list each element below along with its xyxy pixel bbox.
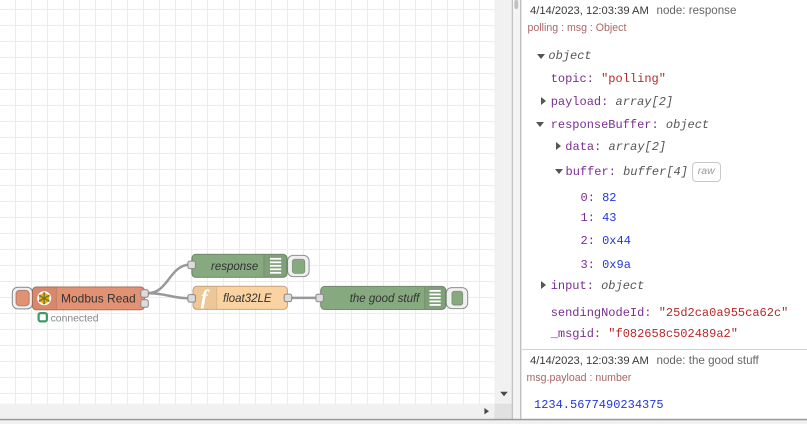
svg-text:the good stuff: the good stuff [350, 293, 421, 305]
svg-text:Modbus Read: Modbus Read [61, 291, 136, 305]
svg-text:float32LE: float32LE [223, 293, 272, 305]
svg-text:connected: connected [51, 313, 99, 324]
svg-text:response: response [211, 261, 258, 273]
